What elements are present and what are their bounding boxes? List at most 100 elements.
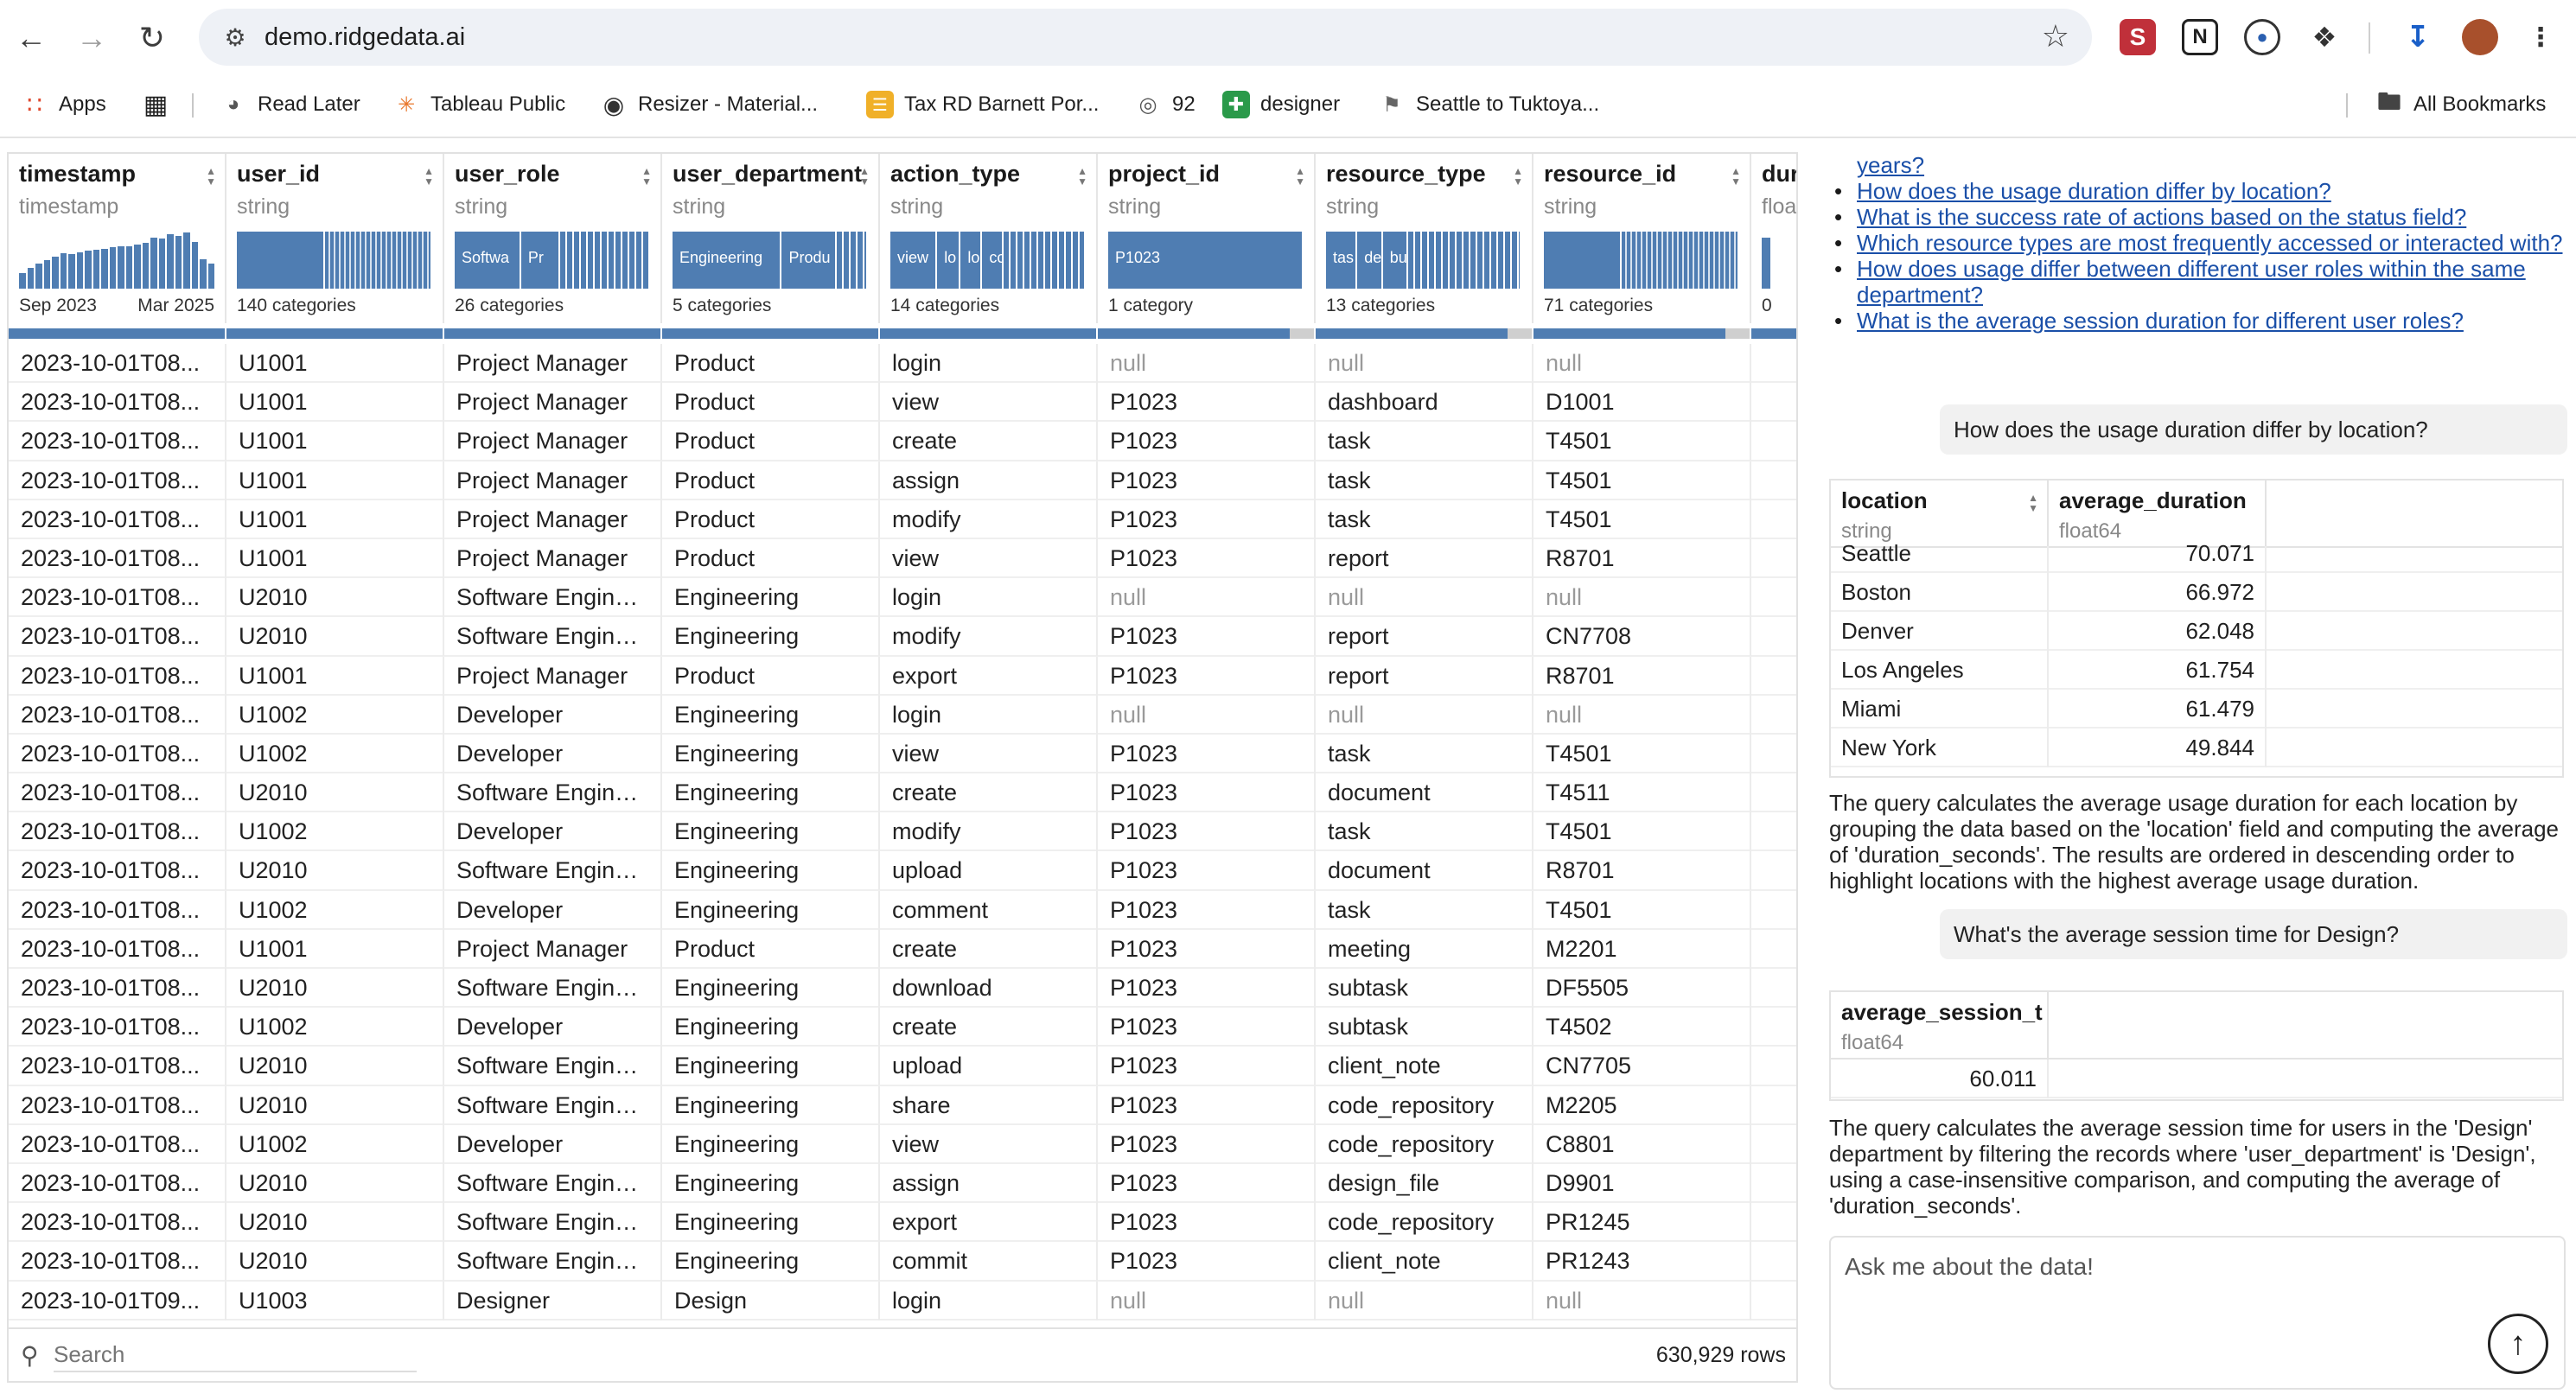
cell-timestamp[interactable]: 2023-10-01T08... bbox=[9, 1008, 226, 1047]
cell-user_role[interactable]: Project Manager bbox=[444, 461, 662, 500]
cell-user_department[interactable]: Engineering bbox=[662, 695, 880, 735]
result-cell[interactable]: 49.844 bbox=[2049, 729, 2267, 767]
cell-user_role[interactable]: Software Engineer bbox=[444, 851, 662, 891]
cell-user_department[interactable]: Product bbox=[662, 929, 880, 969]
histogram-bar[interactable] bbox=[134, 244, 141, 289]
cell-project_id[interactable]: P1023 bbox=[1098, 1008, 1316, 1047]
histogram-bar[interactable] bbox=[101, 248, 108, 289]
cell-user_id[interactable]: U2010 bbox=[226, 1163, 444, 1203]
bookmark-designer[interactable]: ✚ designer bbox=[1222, 86, 1340, 123]
cell-timestamp[interactable]: 2023-10-01T08... bbox=[9, 344, 226, 383]
cell-timestamp[interactable]: 2023-10-01T08... bbox=[9, 1242, 226, 1282]
profile-avatar[interactable] bbox=[2462, 19, 2498, 55]
address-bar[interactable]: ⚙ demo.ridgedata.ai ☆ bbox=[199, 9, 2092, 66]
cell-user_department[interactable]: Product bbox=[662, 461, 880, 500]
chat-input[interactable] bbox=[1845, 1248, 2450, 1286]
cell-user_department[interactable]: Engineering bbox=[662, 890, 880, 930]
all-bookmarks-button[interactable]: 🖿 All Bookmarks bbox=[2375, 86, 2546, 123]
cell-resource_type[interactable]: design_file bbox=[1316, 1163, 1533, 1203]
cell-resource_id[interactable]: CN7708 bbox=[1533, 617, 1751, 657]
cell-user_role[interactable]: Developer bbox=[444, 1008, 662, 1047]
cell-resource_type[interactable]: task bbox=[1316, 422, 1533, 461]
cell-user_role[interactable]: Designer bbox=[444, 1281, 662, 1320]
suggestion-link[interactable]: years? bbox=[1857, 152, 1924, 178]
category-segment[interactable] bbox=[237, 232, 325, 289]
cell-user_id[interactable]: U1001 bbox=[226, 383, 444, 423]
cell-action_type[interactable]: share bbox=[880, 1085, 1098, 1125]
cell-user_department[interactable]: Engineering bbox=[662, 851, 880, 891]
cell-timestamp[interactable]: 2023-10-01T08... bbox=[9, 1163, 226, 1203]
category-segment[interactable] bbox=[324, 232, 432, 289]
cell-timestamp[interactable]: 2023-10-01T08... bbox=[9, 538, 226, 578]
cell-resource_id[interactable]: null bbox=[1533, 344, 1751, 383]
cell-user_role[interactable]: Software Engineer bbox=[444, 578, 662, 618]
bookmark-tax-rd[interactable]: ☰ Tax RD Barnett Por... bbox=[866, 86, 1099, 123]
cell-user_department[interactable]: Engineering bbox=[662, 1047, 880, 1086]
cell-user_department[interactable]: Product bbox=[662, 344, 880, 383]
cell-user_role[interactable]: Developer bbox=[444, 1124, 662, 1164]
cell-user_id[interactable]: U1001 bbox=[226, 461, 444, 500]
cell-timestamp[interactable]: 2023-10-01T08... bbox=[9, 617, 226, 657]
cell-project_id[interactable]: P1023 bbox=[1098, 1047, 1316, 1086]
cell-user_id[interactable]: U1002 bbox=[226, 695, 444, 735]
cell-resource_type[interactable]: document bbox=[1316, 773, 1533, 813]
cell-project_id[interactable]: P1023 bbox=[1098, 1203, 1316, 1243]
histogram-bar[interactable] bbox=[118, 246, 124, 289]
cell-action_type[interactable]: create bbox=[880, 929, 1098, 969]
histogram-bar[interactable] bbox=[60, 253, 67, 289]
suggested-question[interactable]: • What is the average session duration fo… bbox=[1829, 308, 2564, 334]
table-row[interactable]: 2023-10-01T08... U2010 Software Engineer En… bbox=[9, 1203, 1796, 1243]
cell-user_department[interactable]: Product bbox=[662, 422, 880, 461]
cell-timestamp[interactable]: 2023-10-01T08... bbox=[9, 969, 226, 1008]
cell-resource_type[interactable]: client_note bbox=[1316, 1242, 1533, 1282]
cell-action_type[interactable]: export bbox=[880, 1203, 1098, 1243]
histogram-bar[interactable] bbox=[191, 241, 198, 289]
cell-project_id[interactable]: P1023 bbox=[1098, 422, 1316, 461]
category-bar[interactable]: view lo lo cc bbox=[890, 232, 1086, 289]
bookmark-star-icon[interactable]: ☆ bbox=[2042, 18, 2069, 54]
category-bar[interactable] bbox=[1544, 232, 1739, 289]
extensions-puzzle-icon[interactable]: ❖ bbox=[2306, 19, 2343, 55]
suggested-question[interactable]: • Which resource types are most frequentl… bbox=[1829, 230, 2564, 256]
cell-resource_id[interactable]: T4501 bbox=[1533, 890, 1751, 930]
cell-dur[interactable] bbox=[1751, 1203, 1796, 1242]
cell-project_id[interactable]: null bbox=[1098, 695, 1316, 735]
cell-dur[interactable] bbox=[1751, 1047, 1796, 1085]
table-row[interactable]: 2023-10-01T08... U1002 Developer Engineerin… bbox=[9, 695, 1796, 735]
column-header-user_id[interactable]: user_id string ▲ ▼ 140 categories bbox=[226, 154, 444, 323]
table-row[interactable]: 2023-10-01T08... U1001 Project Manager Prod… bbox=[9, 538, 1796, 579]
cell-resource_type[interactable]: meeting bbox=[1316, 929, 1533, 969]
cell-user_id[interactable]: U1002 bbox=[226, 1008, 444, 1047]
cell-action_type[interactable]: create bbox=[880, 422, 1098, 461]
cell-project_id[interactable]: P1023 bbox=[1098, 812, 1316, 852]
category-bar[interactable]: P1023 bbox=[1108, 232, 1304, 289]
table-row[interactable]: 2023-10-01T08... U2010 Software Engineer En… bbox=[9, 969, 1796, 1009]
cell-project_id[interactable]: null bbox=[1098, 578, 1316, 618]
histogram-bar[interactable] bbox=[142, 243, 149, 289]
suggested-question[interactable]: • How does usage differ between different… bbox=[1829, 256, 2564, 308]
bookmark-resizer[interactable]: ◉ Resizer - Material... bbox=[600, 86, 818, 123]
cell-dur[interactable] bbox=[1751, 735, 1796, 773]
category-bar[interactable]: tas de bu bbox=[1326, 232, 1521, 289]
cell-user_role[interactable]: Developer bbox=[444, 812, 662, 852]
cell-dur[interactable] bbox=[1751, 1242, 1796, 1281]
cell-action_type[interactable]: view bbox=[880, 1124, 1098, 1164]
sort-icon[interactable]: ▲ ▼ bbox=[859, 166, 870, 187]
cell-user_role[interactable]: Project Manager bbox=[444, 500, 662, 539]
cell-action_type[interactable]: modify bbox=[880, 812, 1098, 852]
cell-resource_type[interactable]: null bbox=[1316, 344, 1533, 383]
result-row[interactable]: Los Angeles 61.754 bbox=[1831, 651, 2562, 690]
cell-timestamp[interactable]: 2023-10-01T08... bbox=[9, 851, 226, 891]
histogram-bar[interactable] bbox=[68, 254, 75, 289]
column-header-resource_id[interactable]: resource_id string ▲ ▼ 71 categories bbox=[1533, 154, 1751, 323]
cell-project_id[interactable]: P1023 bbox=[1098, 617, 1316, 657]
cell-project_id[interactable]: P1023 bbox=[1098, 851, 1316, 891]
table-search-input[interactable] bbox=[54, 1338, 417, 1372]
result-row[interactable]: 60.011 bbox=[1831, 1060, 2562, 1098]
category-segment[interactable] bbox=[1544, 232, 1623, 289]
histogram-bar[interactable] bbox=[200, 258, 207, 289]
result-column-header[interactable]: location string ▲ ▼ bbox=[1831, 480, 2049, 546]
cell-resource_type[interactable]: client_note bbox=[1316, 1047, 1533, 1086]
category-segment[interactable]: Softwa bbox=[455, 232, 521, 289]
download-icon[interactable]: ↧ bbox=[2400, 19, 2436, 55]
